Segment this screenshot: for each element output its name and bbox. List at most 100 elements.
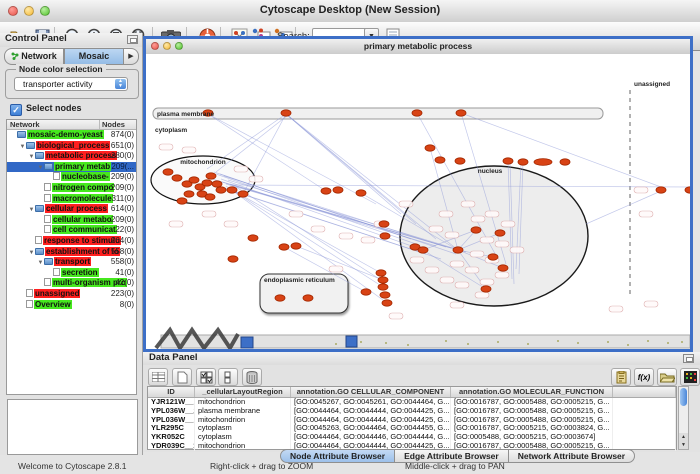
node[interactable]: [291, 243, 301, 249]
node[interactable]: [534, 159, 552, 166]
node[interactable]: [228, 256, 238, 262]
tree-row[interactable]: nucleobase-209(0): [7, 172, 136, 183]
expand-arrow-icon[interactable]: ▼: [37, 165, 44, 171]
expand-arrow-icon[interactable]: ▼: [19, 144, 26, 150]
tree-row[interactable]: ▼cellular process614(0): [7, 204, 136, 215]
tab-network[interactable]: Network: [4, 48, 64, 65]
node[interactable]: [685, 187, 690, 193]
node[interactable]: [380, 292, 390, 298]
select-nodes-checkbox[interactable]: ✓: [10, 104, 22, 116]
table-cell[interactable]: [GO:0044464, GO:0044444, GO:0044425, G..…: [291, 416, 451, 425]
node[interactable]: [163, 169, 173, 175]
tree-row[interactable]: cellular metabo209(0): [7, 215, 136, 226]
table-column-header[interactable]: _cellularLayoutRegion: [195, 387, 291, 397]
table-row[interactable]: YPL036W__1mitochondrion[GO:0044464, GO:0…: [148, 416, 676, 425]
table-cell[interactable]: YPL036W__1: [148, 416, 195, 425]
node[interactable]: [356, 190, 366, 196]
tree-row[interactable]: ▼metabolic process280(0): [7, 151, 136, 162]
node[interactable]: [378, 277, 388, 283]
table-cell[interactable]: YKR052C: [148, 433, 195, 442]
node[interactable]: [498, 265, 508, 271]
node[interactable]: [455, 158, 465, 164]
table-row[interactable]: YKR052Ccytoplasm[GO:0044464, GO:0044446,…: [148, 433, 676, 442]
scrollbar-arrows[interactable]: ▲▼: [679, 433, 688, 449]
node[interactable]: [471, 227, 481, 233]
table-cell[interactable]: [GO:0016787, GO:0005488, GO:0005215, G..…: [451, 407, 613, 416]
table-cell[interactable]: [GO:0016787, GO:0005215, GO:0003824, G..…: [451, 424, 613, 433]
tree-row[interactable]: ▼biological_process651(0): [7, 141, 136, 152]
tree-row[interactable]: ▼establishment of lo558(0): [7, 247, 136, 258]
table-cell[interactable]: YJR121W__1: [148, 398, 195, 407]
table-row[interactable]: YJR121W__1mitochondrion[GO:0045267, GO:0…: [148, 398, 676, 407]
table-cell[interactable]: [GO:0044464, GO:0044444, GO:0044425, G..…: [291, 407, 451, 416]
node[interactable]: [321, 188, 331, 194]
table-column-header[interactable]: [613, 387, 676, 397]
node[interactable]: [227, 187, 237, 193]
node[interactable]: [481, 286, 491, 292]
new-attribute-icon[interactable]: [172, 368, 192, 386]
table-cell[interactable]: [GO:0045263, GO:0044464, GO:0044455, G..…: [291, 424, 451, 433]
node[interactable]: [495, 230, 505, 236]
table-cell[interactable]: plasma membrane: [195, 407, 291, 416]
node[interactable]: [248, 235, 258, 241]
delete-attribute-icon[interactable]: [242, 368, 262, 386]
table-cell[interactable]: YDR039C__1: [148, 442, 195, 451]
table-cell[interactable]: [GO:0016787, GO:0005488, GO:0005215, G..…: [451, 416, 613, 425]
node[interactable]: [435, 157, 445, 163]
table-cell[interactable]: [613, 424, 676, 433]
network-canvas[interactable]: plasma membranecytoplasmmitochondrionnuc…: [146, 54, 690, 349]
node[interactable]: [376, 270, 386, 276]
table-cell[interactable]: mitochondrion: [195, 442, 291, 451]
table-cell[interactable]: [GO:0045267, GO:0045261, GO:0044464, G..…: [291, 398, 451, 407]
table-row[interactable]: YPL036W__2plasma membrane[GO:0044464, GO…: [148, 407, 676, 416]
tree-row[interactable]: nitrogen compo209(0): [7, 183, 136, 194]
node[interactable]: [378, 284, 388, 290]
tree-row[interactable]: response to stimulu264(0): [7, 236, 136, 247]
node[interactable]: [656, 187, 666, 193]
table-cell[interactable]: YPL036W__2: [148, 407, 195, 416]
node[interactable]: [238, 191, 248, 197]
scrollbar-thumb[interactable]: [680, 388, 687, 406]
tab-overflow-arrow-icon[interactable]: ▶: [124, 48, 139, 65]
attribute-browser-tab[interactable]: Network Attribute Browser: [509, 449, 635, 463]
node[interactable]: [382, 300, 392, 306]
node[interactable]: [503, 158, 513, 164]
node[interactable]: [303, 295, 313, 301]
node[interactable]: [281, 110, 291, 116]
table-column-header[interactable]: annotation.GO MOLECULAR_FUNCTION: [451, 387, 613, 397]
table-cell[interactable]: [613, 416, 676, 425]
node[interactable]: [205, 194, 215, 200]
unselect-attributes-icon[interactable]: [218, 368, 238, 386]
float-data-panel-icon[interactable]: [683, 354, 694, 363]
function-icon[interactable]: f(x): [634, 368, 654, 386]
expand-arrow-icon[interactable]: ▼: [37, 260, 44, 266]
node[interactable]: [184, 191, 194, 197]
node[interactable]: [361, 289, 371, 295]
tree-column-network[interactable]: Network: [7, 120, 100, 129]
table-cell[interactable]: [GO:0016787, GO:0005488, GO:0005215, G..…: [451, 398, 613, 407]
node[interactable]: [279, 244, 289, 250]
node[interactable]: [202, 180, 212, 186]
tree-row[interactable]: secretion41(0): [7, 268, 136, 279]
tree-row[interactable]: ▼transport558(0): [7, 257, 136, 268]
attribute-grid-icon[interactable]: [148, 368, 168, 386]
expand-arrow-icon[interactable]: ▼: [28, 154, 35, 160]
tree-row[interactable]: mosaic-demo-yeast874(0): [7, 130, 136, 141]
node[interactable]: [453, 247, 463, 253]
node[interactable]: [333, 187, 343, 193]
network-view-titlebar[interactable]: primary metabolic process: [146, 39, 690, 55]
node[interactable]: [189, 177, 199, 183]
tree-row[interactable]: multi-organism pro42(0): [7, 278, 136, 289]
import-attributes-icon[interactable]: [657, 368, 677, 386]
table-cell[interactable]: mitochondrion: [195, 416, 291, 425]
node[interactable]: [212, 181, 222, 187]
table-row[interactable]: YLR295Ccytoplasm[GO:0045263, GO:0044464,…: [148, 424, 676, 433]
table-cell[interactable]: mitochondrion: [195, 398, 291, 407]
table-column-header[interactable]: ID: [148, 387, 195, 397]
tree-column-nodes[interactable]: Nodes: [100, 120, 136, 129]
node[interactable]: [518, 159, 528, 165]
select-all-attributes-icon[interactable]: [196, 368, 216, 386]
node[interactable]: [425, 145, 435, 151]
table-cell[interactable]: YLR295C: [148, 424, 195, 433]
table-cell[interactable]: [613, 407, 676, 416]
